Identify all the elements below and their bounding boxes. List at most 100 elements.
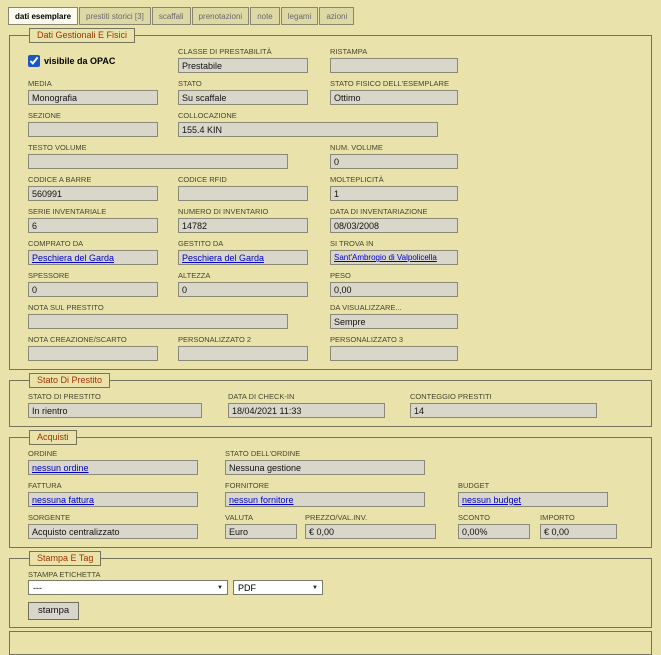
field-label: NOTA SUL PRESTITO xyxy=(28,303,288,312)
field-label: DA VISUALIZZARE... xyxy=(330,303,458,312)
budget-input: nessun budget xyxy=(458,492,608,507)
field-stato: STATO Su scaffale xyxy=(178,79,308,105)
tab-scaffali[interactable]: scaffali xyxy=(152,7,191,25)
valuta-input[interactable]: Euro xyxy=(225,524,297,539)
field-serie-inventariale: SERIE INVENTARIALE 6 xyxy=(28,207,158,233)
field-comprato-da: COMPRATO DA Peschiera del Garda xyxy=(28,239,158,265)
chevron-down-icon: ▼ xyxy=(312,585,318,591)
opac-field: visibile da OPAC xyxy=(28,55,115,67)
field-si-trova-in: SI TROVA IN Sant'Ambrogio di Valpolicell… xyxy=(330,239,458,265)
fattura-input: nessuna fattura xyxy=(28,492,198,507)
field-stato-fisico: STATO FISICO DELL'ESEMPLARE Ottimo xyxy=(330,79,458,105)
conteggio-prestiti-input[interactable]: 14 xyxy=(410,403,597,418)
field-budget: BUDGET nessun budget xyxy=(458,481,608,507)
ordine-link[interactable]: nessun ordine xyxy=(32,463,89,473)
field-label: CODICE A BARRE xyxy=(28,175,158,184)
field-nota-sul-prestito: NOTA SUL PRESTITO xyxy=(28,303,288,329)
personalizzato-2-input[interactable] xyxy=(178,346,308,361)
section-stampa-e-tag: Stampa E Tag STAMPA ETICHETTA --- ▼ PDF … xyxy=(9,551,652,628)
fattura-link[interactable]: nessuna fattura xyxy=(32,495,94,505)
section-legend: Stato Di Prestito xyxy=(29,373,110,388)
sorgente-input[interactable]: Acquisto centralizzato xyxy=(28,524,198,539)
gestito-da-input: Peschiera del Garda xyxy=(178,250,308,265)
stato-fisico-input[interactable]: Ottimo xyxy=(330,90,458,105)
field-label: MOLTEPLICITÀ xyxy=(330,175,458,184)
output-format-select[interactable]: PDF ▼ xyxy=(233,580,323,595)
field-label: TESTO VOLUME xyxy=(28,143,288,152)
etichetta-format-select[interactable]: --- ▼ xyxy=(28,580,228,595)
field-codice-rfid: CODICE RFID xyxy=(178,175,308,201)
field-data-di-check-in: DATA DI CHECK-IN 18/04/2021 11:33 xyxy=(228,392,385,418)
codice-rfid-input[interactable] xyxy=(178,186,308,201)
field-label: PERSONALIZZATO 3 xyxy=(330,335,458,344)
field-ordine: ORDINE nessun ordine xyxy=(28,449,198,475)
tab-dati-esemplare[interactable]: dati esemplare xyxy=(8,7,78,25)
field-altezza: ALTEZZA 0 xyxy=(178,271,308,297)
data-di-check-in-input[interactable]: 18/04/2021 11:33 xyxy=(228,403,385,418)
field-label: IMPORTO xyxy=(540,513,617,522)
peso-input[interactable]: 0,00 xyxy=(330,282,458,297)
tab-prenotazioni[interactable]: prenotazioni xyxy=(192,7,250,25)
sezione-input[interactable] xyxy=(28,122,158,137)
prezzo-val-inv-input[interactable]: € 0,00 xyxy=(305,524,436,539)
sconto-input[interactable]: 0,00% xyxy=(458,524,530,539)
tab-note[interactable]: note xyxy=(250,7,280,25)
da-visualizzare-input[interactable]: Sempre xyxy=(330,314,458,329)
tab-legami[interactable]: legami xyxy=(281,7,319,25)
field-da-visualizzare: DA VISUALIZZARE... Sempre xyxy=(330,303,458,329)
media-input[interactable]: Monografia xyxy=(28,90,158,105)
data-inventariazione-input[interactable]: 08/03/2008 xyxy=(330,218,458,233)
serie-inventariale-input[interactable]: 6 xyxy=(28,218,158,233)
personalizzato-3-input[interactable] xyxy=(330,346,458,361)
ordine-input: nessun ordine xyxy=(28,460,198,475)
field-label: PERSONALIZZATO 2 xyxy=(178,335,308,344)
collocazione-input[interactable]: 155.4 KIN xyxy=(178,122,438,137)
budget-link[interactable]: nessun budget xyxy=(462,495,521,505)
nota-creazione-scarto-input[interactable] xyxy=(28,346,158,361)
si-trova-in-link[interactable]: Sant'Ambrogio di Valpolicella xyxy=(334,253,437,262)
comprato-da-link[interactable]: Peschiera del Garda xyxy=(32,253,114,263)
field-num-volume: NUM. VOLUME 0 xyxy=(330,143,458,169)
field-label: SI TROVA IN xyxy=(330,239,458,248)
gestito-da-link[interactable]: Peschiera del Garda xyxy=(182,253,264,263)
field-label: COMPRATO DA xyxy=(28,239,158,248)
tab-bar: dati esemplare prestiti storici [3] scaf… xyxy=(0,0,661,25)
numero-inventario-input[interactable]: 14782 xyxy=(178,218,308,233)
classe-prestabilita-input[interactable]: Prestabile xyxy=(178,58,308,73)
field-conteggio-prestiti: CONTEGGIO PRESTITI 14 xyxy=(410,392,597,418)
spessore-input[interactable]: 0 xyxy=(28,282,158,297)
field-personalizzato-2: PERSONALIZZATO 2 xyxy=(178,335,308,361)
section-legend: Acquisti xyxy=(29,430,77,445)
ristampa-input[interactable] xyxy=(330,58,458,73)
field-label: SERIE INVENTARIALE xyxy=(28,207,158,216)
field-label: VALUTA xyxy=(225,513,297,522)
field-nota-creazione-scarto: NOTA CREAZIONE/SCARTO xyxy=(28,335,158,361)
stato-di-prestito-input[interactable]: In rientro xyxy=(28,403,202,418)
stampa-button[interactable]: stampa xyxy=(28,602,79,620)
codice-a-barre-input[interactable]: 560991 xyxy=(28,186,158,201)
field-fattura: FATTURA nessuna fattura xyxy=(28,481,198,507)
opac-checkbox[interactable] xyxy=(28,55,40,67)
stato-input[interactable]: Su scaffale xyxy=(178,90,308,105)
num-volume-input[interactable]: 0 xyxy=(330,154,458,169)
tab-azioni[interactable]: azioni xyxy=(319,7,354,25)
field-label: SCONTO xyxy=(458,513,530,522)
importo-input[interactable]: € 0,00 xyxy=(540,524,617,539)
stato-dell-ordine-input[interactable]: Nessuna gestione xyxy=(225,460,425,475)
altezza-input[interactable]: 0 xyxy=(178,282,308,297)
molteplicita-input[interactable]: 1 xyxy=(330,186,458,201)
field-media: MEDIA Monografia xyxy=(28,79,158,105)
field-label: PESO xyxy=(330,271,458,280)
fornitore-link[interactable]: nessun fornitore xyxy=(229,495,294,505)
field-fornitore: FORNITORE nessun fornitore xyxy=(225,481,425,507)
tab-prestiti-storici[interactable]: prestiti storici [3] xyxy=(79,7,151,25)
nota-sul-prestito-input[interactable] xyxy=(28,314,288,329)
field-spessore: SPESSORE 0 xyxy=(28,271,158,297)
field-label: GESTITO DA xyxy=(178,239,308,248)
field-label: DATA DI INVENTARIAZIONE xyxy=(330,207,458,216)
testo-volume-input[interactable] xyxy=(28,154,288,169)
section-legend: Stampa E Tag xyxy=(29,551,101,566)
field-collocazione: COLLOCAZIONE 155.4 KIN xyxy=(178,111,438,137)
field-label: DATA DI CHECK-IN xyxy=(228,392,385,401)
field-label: STATO FISICO DELL'ESEMPLARE xyxy=(330,79,458,88)
